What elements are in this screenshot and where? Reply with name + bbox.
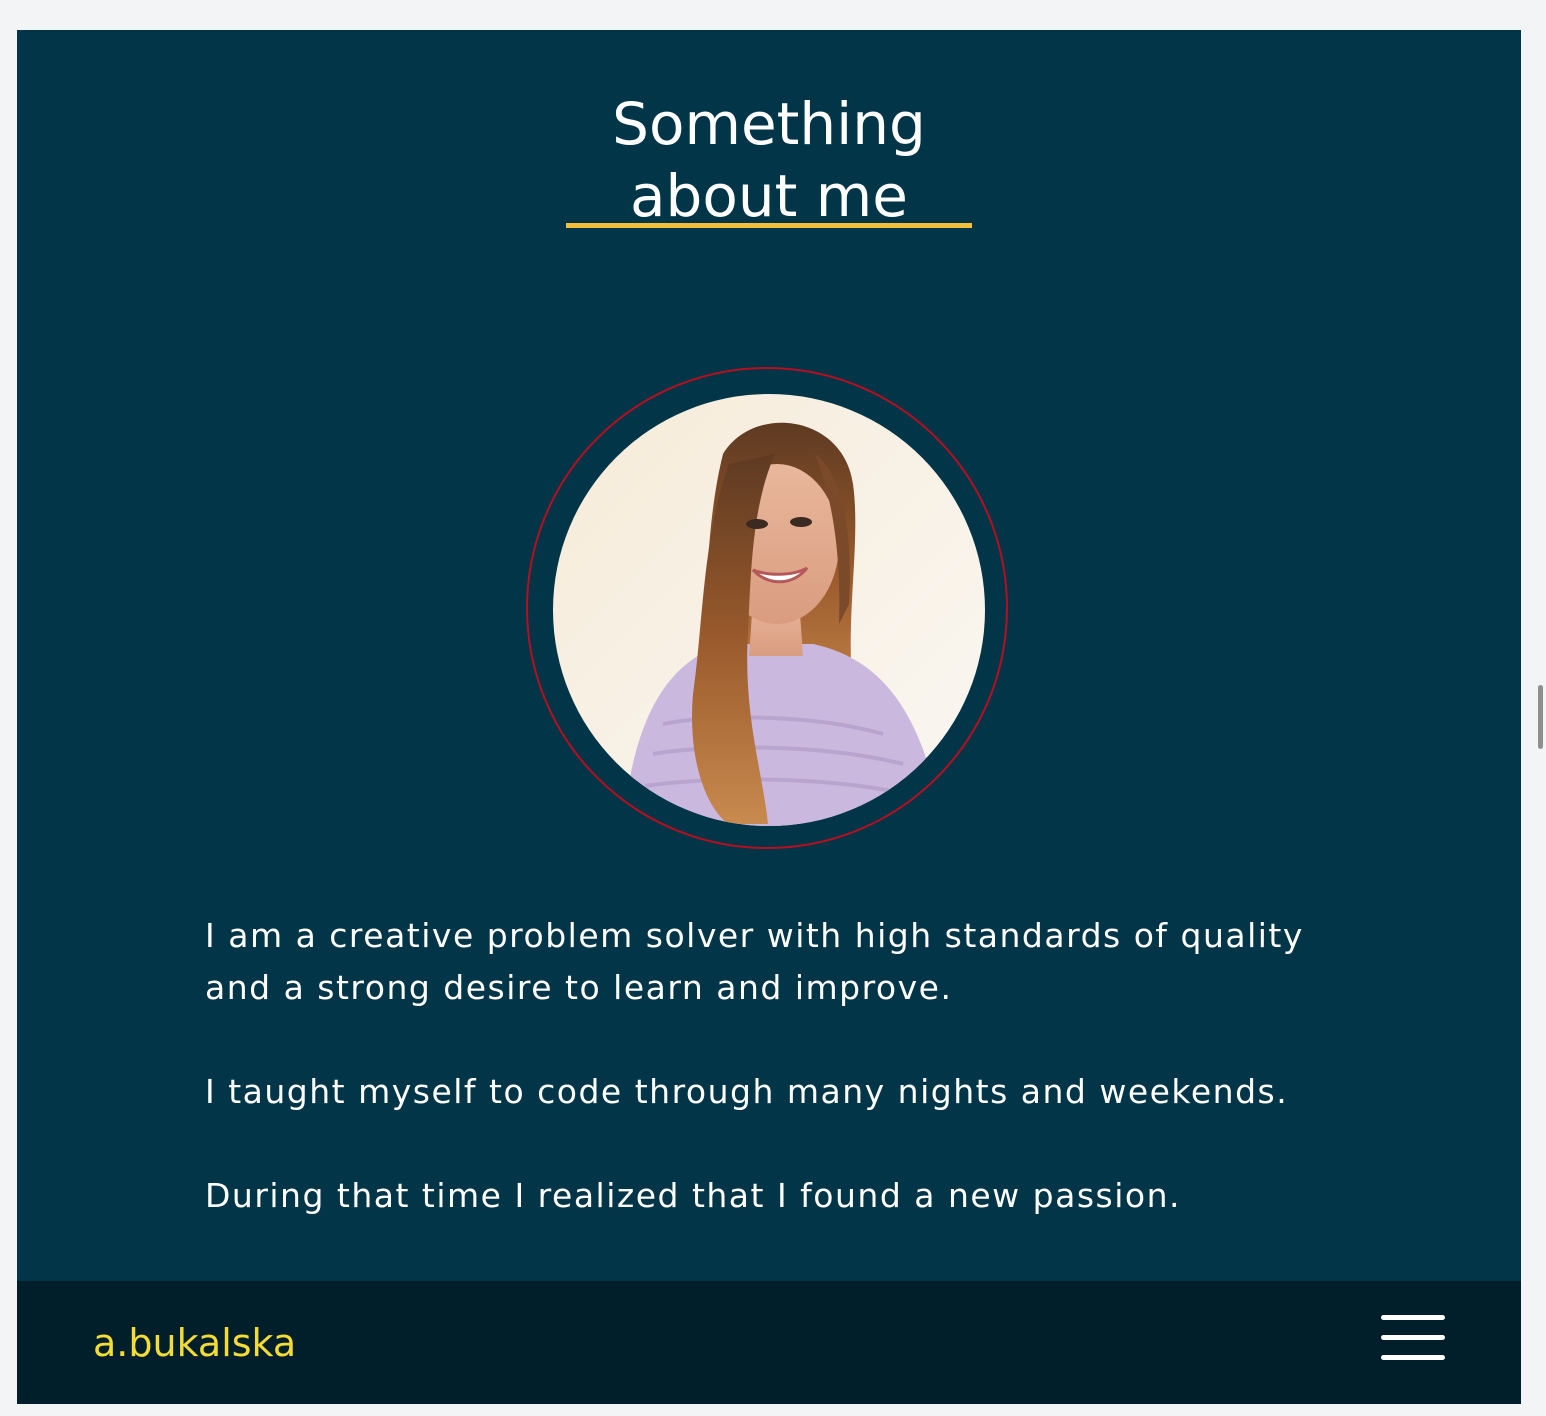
page-frame: Something about me I am a creative probl… bbox=[17, 30, 1521, 1404]
heading-line-2: about me bbox=[630, 162, 908, 230]
menu-line bbox=[1381, 1355, 1445, 1360]
bio-text: I am a creative problem solver with high… bbox=[205, 910, 1365, 1222]
menu-line bbox=[1381, 1315, 1445, 1320]
bio-paragraph-1: I am a creative problem solver with high… bbox=[205, 916, 1304, 1007]
heading-underline bbox=[566, 223, 972, 228]
menu-line bbox=[1381, 1335, 1445, 1340]
section-heading: Something about me bbox=[17, 88, 1521, 232]
scrollbar-thumb[interactable] bbox=[1538, 685, 1543, 749]
brand-logo-link[interactable]: a.bukalska bbox=[93, 1319, 296, 1367]
bio-paragraph-2: I taught myself to code through many nig… bbox=[205, 1072, 1289, 1111]
profile-photo bbox=[553, 394, 985, 826]
bottom-nav-bar: a.bukalska bbox=[17, 1281, 1521, 1404]
bio-paragraph-3: During that time I realized that I found… bbox=[205, 1176, 1181, 1215]
hamburger-menu-icon[interactable] bbox=[1379, 1313, 1447, 1361]
heading-line-1: Something bbox=[612, 90, 926, 158]
